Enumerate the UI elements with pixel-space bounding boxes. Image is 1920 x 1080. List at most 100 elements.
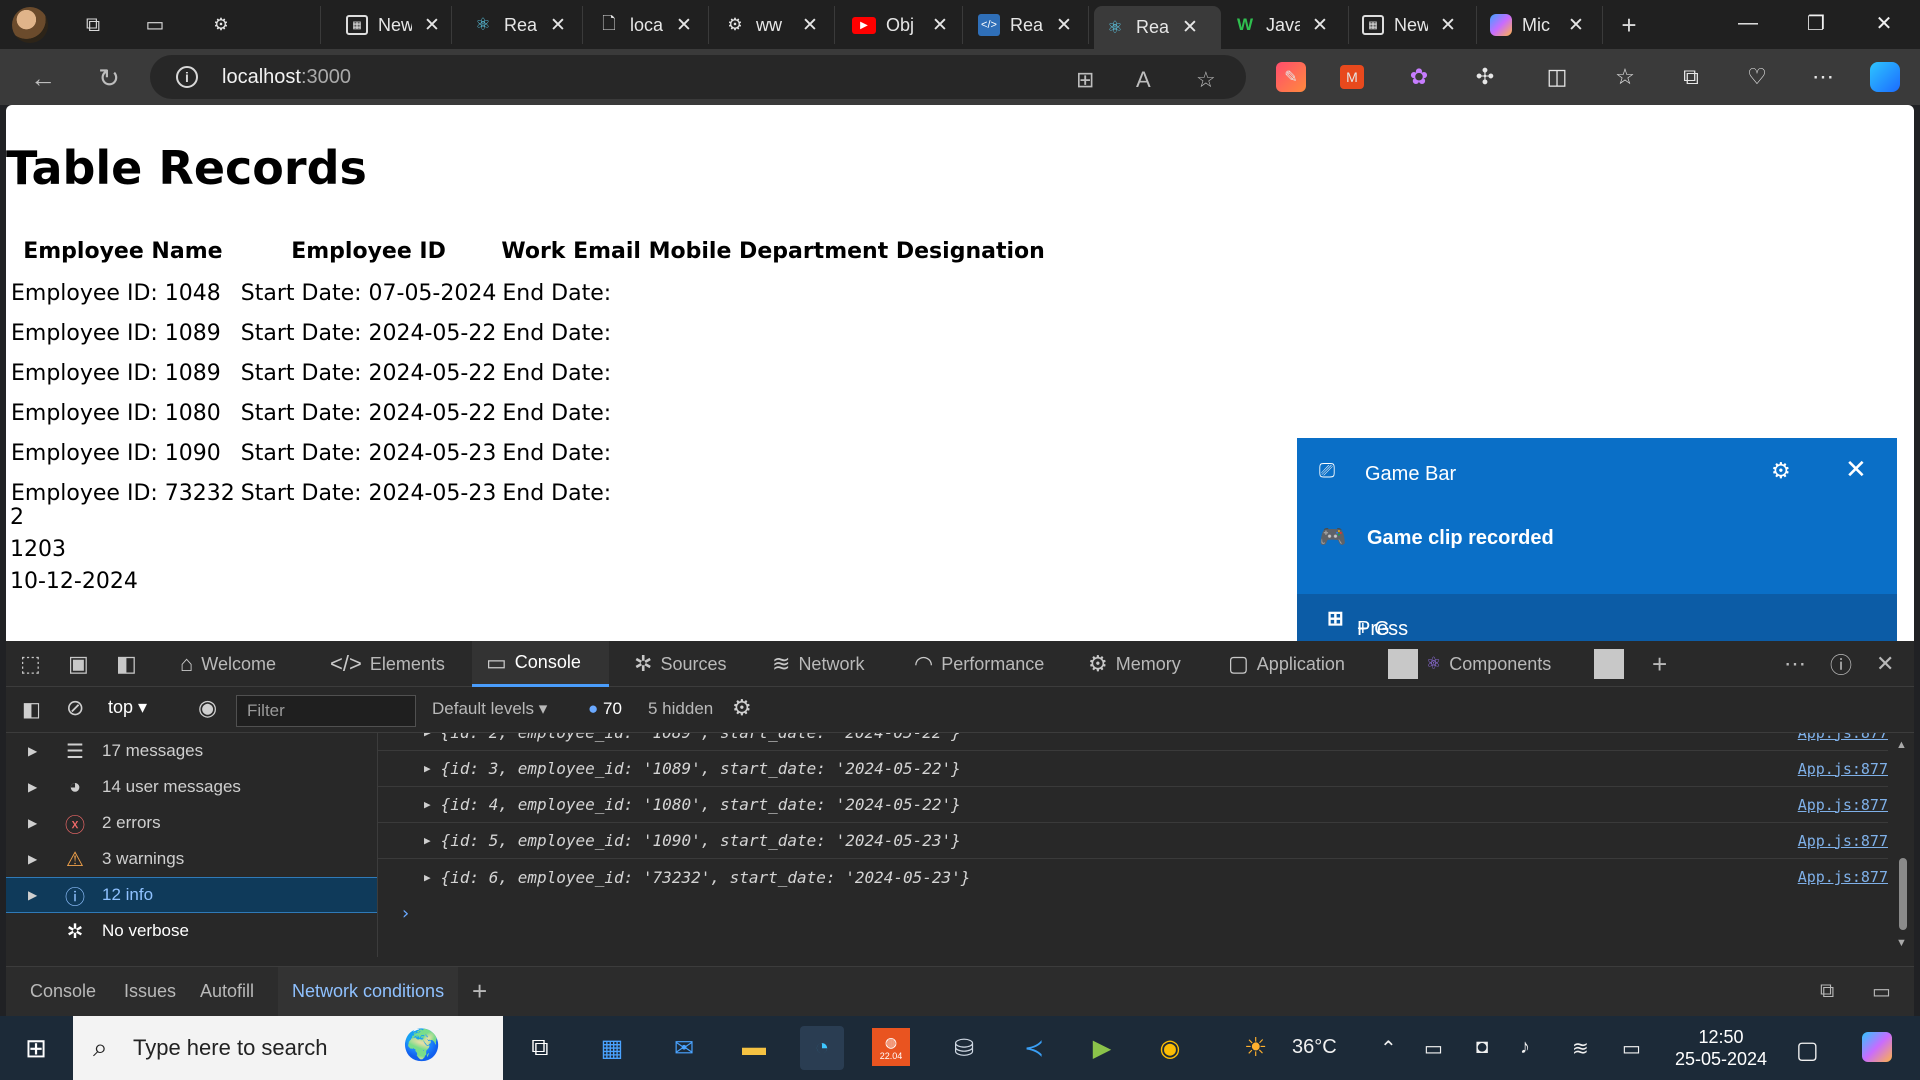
edge-browser-icon[interactable]: ◔ xyxy=(800,1026,844,1070)
expand-arrow-icon[interactable]: ▶ xyxy=(424,798,431,811)
volume-icon[interactable]: ♪ xyxy=(1520,1036,1530,1059)
extra-panel-icon[interactable] xyxy=(1594,641,1632,687)
expand-arrow-icon[interactable]: ▶ xyxy=(28,816,46,830)
inspect-element-icon[interactable]: ⬚ xyxy=(20,641,49,687)
sidebar-item-info[interactable]: ▶ ⓘ 12 info xyxy=(6,877,377,913)
scroll-up-arrow-icon[interactable]: ▲ xyxy=(1896,739,1907,751)
drawer-tab-network-conditions[interactable]: Network conditions xyxy=(278,967,459,1016)
source-link[interactable]: App.js:877 xyxy=(1798,832,1888,850)
close-tab-icon[interactable]: ✕ xyxy=(1182,16,1198,39)
add-drawer-tab-icon[interactable]: + xyxy=(472,967,487,1016)
tab-1[interactable]: ⚙ xyxy=(200,6,321,44)
minimize-icon[interactable]: — xyxy=(1716,0,1780,46)
chrome-icon[interactable]: ◉ xyxy=(1148,1026,1192,1070)
favorite-star-icon[interactable]: ☆ xyxy=(1196,67,1216,93)
source-link[interactable]: App.js:877 xyxy=(1798,760,1888,778)
wifi-icon[interactable]: ≋ xyxy=(1572,1036,1589,1061)
expand-arrow-icon[interactable]: ▶ xyxy=(424,871,431,884)
device-emulation-icon[interactable]: ▣ xyxy=(68,641,97,687)
sidebar-item-messages[interactable]: ▶ ☰ 17 messages xyxy=(6,733,377,769)
tab-sources[interactable]: ✲ Sources xyxy=(634,641,726,687)
sidebar-item-errors[interactable]: ▶ ⓧ 2 errors xyxy=(6,805,377,841)
extensions-puzzle-icon[interactable]: ✣ xyxy=(1470,62,1500,92)
tab-www[interactable]: ⚙ ww ✕ xyxy=(714,6,835,44)
close-tab-icon[interactable]: ✕ xyxy=(550,14,566,37)
close-tab-icon[interactable]: ✕ xyxy=(676,14,692,37)
tab-react-active[interactable]: ⚛ Rea ✕ xyxy=(1094,6,1221,49)
store-icon[interactable]: ▦ xyxy=(590,1026,634,1070)
close-icon[interactable]: ✕ xyxy=(1845,454,1867,485)
tab-microsoft[interactable]: Mic ✕ xyxy=(1480,6,1603,44)
ubuntu-icon[interactable]: ◍ 22.04 xyxy=(872,1028,910,1066)
file-explorer-icon[interactable]: ▬ xyxy=(732,1026,776,1070)
dock-side-icon[interactable]: ◧ xyxy=(116,641,145,687)
tab-localhost[interactable]: 🗋 loca ✕ xyxy=(588,6,709,44)
close-tab-icon[interactable]: ✕ xyxy=(424,14,440,37)
log-line[interactable]: ▶ {id: 4, employee_id: '1080', start_dat… xyxy=(378,787,1888,823)
camera-icon[interactable]: ◘ xyxy=(1476,1036,1488,1059)
log-line[interactable]: ▶ {id: 2, employee_id: '1089', start_dat… xyxy=(378,733,1888,751)
more-menu-icon[interactable]: ⋯ xyxy=(1808,62,1838,92)
log-line[interactable]: ▶ {id: 3, employee_id: '1089', start_dat… xyxy=(378,751,1888,787)
split-screen-icon[interactable]: ◫ xyxy=(1542,62,1572,92)
copilot-taskbar-icon[interactable] xyxy=(1862,1032,1892,1062)
tab-application[interactable]: ▢ Application xyxy=(1228,641,1345,687)
tab-new-2[interactable]: ▦ New ✕ xyxy=(1352,6,1477,44)
more-tools-icon[interactable]: + xyxy=(1652,641,1667,687)
sidebar-item-warnings[interactable]: ▶ ⚠ 3 warnings xyxy=(6,841,377,877)
close-drawer-icon[interactable]: ▭ xyxy=(1872,967,1891,1016)
back-icon[interactable]: ← xyxy=(26,61,60,95)
collections-icon[interactable]: ⧉ xyxy=(1676,62,1706,92)
restore-icon[interactable]: ❐ xyxy=(1784,0,1848,46)
game-bar-footer[interactable]: Press ⊞ + G for Game Bar xyxy=(1297,594,1897,709)
tab-react-2[interactable]: </> Rea ✕ xyxy=(968,6,1089,44)
extension-brain-icon[interactable]: ✿ xyxy=(1404,62,1434,92)
close-tab-icon[interactable]: ✕ xyxy=(1312,14,1328,37)
tab-welcome[interactable]: ⌂ Welcome xyxy=(180,641,276,687)
drawer-tab-console[interactable]: Console xyxy=(30,967,96,1016)
tab-network[interactable]: ≋ Network xyxy=(772,641,864,687)
drawer-tab-issues[interactable]: Issues xyxy=(124,967,176,1016)
taskbar-clock[interactable]: 12:50 25-05-2024 xyxy=(1656,1026,1786,1070)
expand-arrow-icon[interactable]: ▶ xyxy=(424,733,431,739)
media-player-icon[interactable]: ▶ xyxy=(1080,1026,1124,1070)
expand-arrow-icon[interactable]: ▶ xyxy=(424,762,431,775)
sidebar-item-verbose[interactable]: ✲ No verbose xyxy=(6,913,377,949)
drawer-tab-autofill[interactable]: Autofill xyxy=(200,967,254,1016)
address-bar[interactable]: i localhost:3000 ⊞ A ☆ xyxy=(150,55,1246,99)
tab-new-1[interactable]: ▦ New ✕ xyxy=(336,6,452,44)
log-line[interactable]: ▶ {id: 5, employee_id: '1090', start_dat… xyxy=(378,823,1888,859)
scrollbar-thumb[interactable] xyxy=(1899,858,1907,930)
battery-icon[interactable]: ▭ xyxy=(1424,1036,1443,1061)
live-expression-eye-icon[interactable]: ◉ xyxy=(198,695,217,721)
weather-temperature[interactable]: 36°C xyxy=(1292,1036,1337,1059)
copilot-icon[interactable] xyxy=(1870,62,1900,92)
tab-components[interactable]: ⚛ Components xyxy=(1388,641,1551,687)
site-info-icon[interactable]: i xyxy=(176,66,198,88)
log-line[interactable]: ▶ {id: 6, employee_id: '73232', start_da… xyxy=(378,859,1888,895)
context-selector[interactable]: top ▾ xyxy=(108,697,147,718)
sidebar-item-user-messages[interactable]: ▶ ◕ 14 user messages xyxy=(6,769,377,805)
notifications-icon[interactable]: ▢ xyxy=(1796,1036,1819,1065)
close-window-icon[interactable]: ✕ xyxy=(1852,0,1916,46)
tab-react-1[interactable]: ⚛ Rea ✕ xyxy=(462,6,583,44)
workspaces-icon[interactable]: ⧉ xyxy=(80,12,106,38)
customize-icon[interactable]: ⋯ xyxy=(1784,641,1806,687)
console-prompt-chevron-icon[interactable]: › xyxy=(400,903,411,924)
source-link[interactable]: App.js:877 xyxy=(1798,733,1888,742)
taskbar-search[interactable]: ⌕ Type here to search 🌍 xyxy=(73,1016,503,1080)
extension-pen-icon[interactable]: ✎ xyxy=(1276,62,1306,92)
task-view-icon[interactable]: ⧉ xyxy=(518,1026,562,1070)
filter-input[interactable]: Filter xyxy=(236,695,416,727)
help-icon[interactable]: ⓘ xyxy=(1830,641,1852,687)
sidebar-toggle-icon[interactable]: ◧ xyxy=(22,697,41,722)
source-link[interactable]: App.js:877 xyxy=(1798,796,1888,814)
display-icon[interactable]: ▭ xyxy=(1622,1036,1641,1061)
url-text[interactable]: localhost:3000 xyxy=(222,66,351,89)
profile-avatar[interactable] xyxy=(12,7,48,43)
console-scrollbar[interactable]: ▲ ▼ xyxy=(1896,733,1910,957)
tab-memory[interactable]: ⚙ Memory xyxy=(1088,641,1181,687)
browser-essentials-icon[interactable]: ♡ xyxy=(1742,62,1772,92)
tab-actions-icon[interactable]: ▭ xyxy=(142,12,168,38)
vscode-icon[interactable]: ≺ xyxy=(1012,1026,1056,1070)
